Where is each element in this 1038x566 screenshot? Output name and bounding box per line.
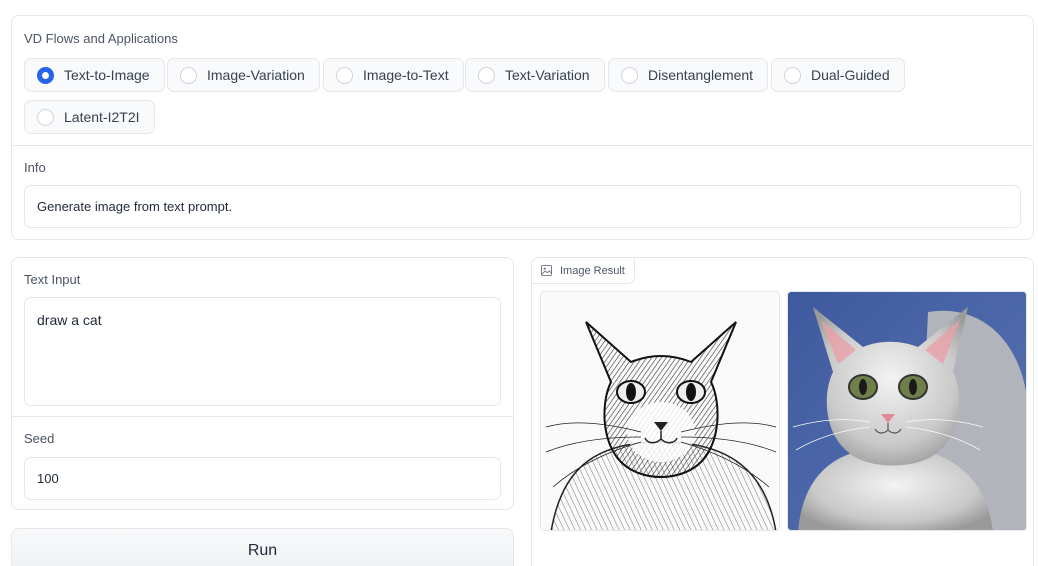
- radio-text-variation[interactable]: Text-Variation: [465, 58, 605, 92]
- image-result-label: Image Result: [560, 264, 625, 277]
- input-panel: Text Input draw a cat Seed 100: [11, 257, 514, 510]
- radio-image-variation[interactable]: Image-Variation: [167, 58, 320, 92]
- radio-icon: [37, 108, 54, 126]
- radio-label: Text-to-Image: [64, 67, 150, 83]
- seed-label: Seed: [24, 431, 55, 446]
- run-button[interactable]: Run: [11, 528, 514, 566]
- flows-panel: VD Flows and Applications Text-to-Image …: [11, 15, 1034, 240]
- radio-text-to-image[interactable]: Text-to-Image: [24, 58, 165, 92]
- text-input-field[interactable]: draw a cat: [24, 297, 501, 406]
- image-result-panel: Image Result: [531, 257, 1034, 566]
- radio-label: Text-Variation: [505, 67, 590, 83]
- seed-input[interactable]: 100: [24, 457, 501, 500]
- radio-disentanglement[interactable]: Disentanglement: [608, 58, 769, 92]
- text-input-label: Text Input: [24, 272, 81, 287]
- info-label: Info: [24, 160, 46, 175]
- radio-icon: [478, 66, 495, 84]
- radio-icon: [37, 66, 54, 84]
- radio-icon: [784, 66, 801, 84]
- result-image-1[interactable]: [540, 291, 780, 531]
- divider: [12, 145, 1033, 146]
- image-icon: [541, 265, 552, 276]
- image-result-tab: Image Result: [532, 258, 635, 284]
- radio-label: Disentanglement: [648, 67, 754, 83]
- radio-dual-guided[interactable]: Dual-Guided: [771, 58, 905, 92]
- radio-icon: [180, 66, 197, 84]
- divider: [12, 416, 513, 417]
- flows-label: VD Flows and Applications: [24, 31, 178, 46]
- radio-image-to-text[interactable]: Image-to-Text: [323, 58, 464, 92]
- radio-icon: [621, 66, 638, 84]
- radio-label: Dual-Guided: [811, 67, 890, 83]
- result-image-2[interactable]: [787, 291, 1027, 531]
- radio-label: Latent-I2T2I: [64, 109, 140, 125]
- info-text: Generate image from text prompt.: [24, 185, 1021, 228]
- radio-label: Image-Variation: [207, 67, 305, 83]
- radio-label: Image-to-Text: [363, 67, 449, 83]
- radio-latent-i2t2i[interactable]: Latent-I2T2I: [24, 100, 155, 134]
- radio-icon: [336, 66, 353, 84]
